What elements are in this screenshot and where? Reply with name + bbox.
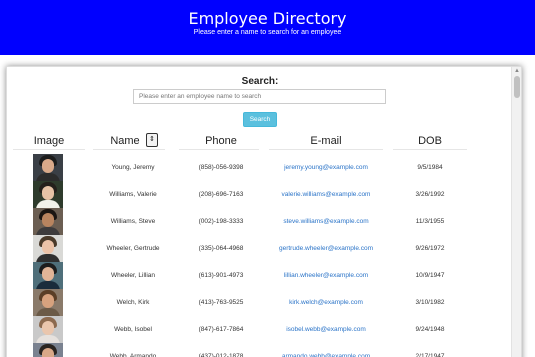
employee-photo bbox=[33, 181, 63, 208]
employee-email-link[interactable]: kirk.welch@example.com bbox=[261, 289, 391, 316]
vertical-scrollbar[interactable]: ▲ bbox=[511, 67, 521, 357]
photo-face bbox=[42, 186, 54, 200]
employee-email-link[interactable]: steve.williams@example.com bbox=[261, 208, 391, 235]
employee-email-link[interactable]: lillian.wheeler@example.com bbox=[261, 262, 391, 289]
search-input[interactable] bbox=[133, 89, 386, 104]
search-label: Search: bbox=[241, 76, 279, 87]
employee-phone: (858)-056-9398 bbox=[198, 164, 244, 171]
employee-name: Webb, Armando bbox=[109, 353, 157, 357]
employee-phone: (613)-901-4973 bbox=[198, 272, 244, 279]
scroll-up-arrow-icon[interactable]: ▲ bbox=[512, 67, 521, 75]
table-row: Young, Jeremy (858)-056-9398 jeremy.young@… bbox=[7, 154, 513, 181]
employee-dob: 10/9/1947 bbox=[415, 272, 445, 279]
employee-phone: (002)-198-3333 bbox=[198, 218, 244, 225]
table-row: Welch, Kirk (413)-763-9525 kirk.welch@exam… bbox=[7, 289, 513, 316]
header-divider bbox=[13, 149, 85, 150]
employee-phone: (437)-012-1878 bbox=[198, 353, 244, 357]
employee-dob: 3/10/1982 bbox=[415, 299, 445, 306]
table-row: Williams, Valerie (208)-696-7163 valerie.w… bbox=[7, 181, 513, 208]
employee-dob: 2/17/1947 bbox=[415, 353, 445, 357]
sort-up-down-icon[interactable]: ⇕ bbox=[146, 133, 158, 147]
employee-email-link[interactable]: isobel.webb@example.com bbox=[261, 316, 391, 343]
header-divider bbox=[269, 149, 383, 150]
header-divider bbox=[179, 149, 259, 150]
employee-dob: 9/26/1972 bbox=[415, 245, 445, 252]
table-row: Wheeler, Gertrude (335)-064-4968 gertrude.… bbox=[7, 235, 513, 262]
employee-phone: (847)-617-7864 bbox=[198, 326, 244, 333]
table-row: Wheeler, Lillian (613)-901-4973 lillian.wh… bbox=[7, 262, 513, 289]
employee-name: Young, Jeremy bbox=[111, 164, 155, 171]
page-subtitle: Please enter a name to search for an emp… bbox=[193, 29, 342, 36]
employee-phone: (208)-696-7163 bbox=[198, 191, 244, 198]
header-spacer bbox=[0, 55, 535, 66]
photo-face bbox=[42, 321, 54, 335]
photo-face bbox=[42, 294, 54, 308]
table-row: Webb, Isobel (847)-617-7864 isobel.webb@ex… bbox=[7, 316, 513, 343]
scrollbar-thumb[interactable] bbox=[514, 76, 520, 98]
employee-email-link[interactable]: jeremy.young@example.com bbox=[261, 154, 391, 181]
employee-name: Williams, Steve bbox=[110, 218, 156, 225]
employee-photo bbox=[33, 262, 63, 289]
employee-name: Wheeler, Gertrude bbox=[106, 245, 160, 252]
employee-phone: (335)-064-4968 bbox=[198, 245, 244, 252]
employee-photo bbox=[33, 208, 63, 235]
employee-photo bbox=[33, 235, 63, 262]
employee-name: Webb, Isobel bbox=[114, 326, 152, 333]
employee-dob: 9/24/1948 bbox=[415, 326, 445, 333]
table-row: Webb, Armando (437)-012-1878 armando.webb@… bbox=[7, 343, 513, 357]
employee-email-link[interactable]: gertrude.wheeler@example.com bbox=[261, 235, 391, 262]
column-header-phone: Phone bbox=[205, 135, 237, 147]
table-row: Williams, Steve (002)-198-3333 steve.willi… bbox=[7, 208, 513, 235]
search-button[interactable]: Search bbox=[243, 112, 277, 127]
employee-name: Williams, Valerie bbox=[109, 191, 157, 198]
employee-photo bbox=[33, 316, 63, 343]
directory-card: Search: Search Image Name ⇕ Phone E-mail… bbox=[6, 66, 522, 357]
column-header-image: Image bbox=[33, 135, 65, 147]
column-header-name: Name bbox=[110, 135, 140, 147]
employee-dob: 9/5/1984 bbox=[417, 164, 443, 171]
employee-email-link[interactable]: armando.webb@example.com bbox=[261, 343, 391, 357]
employee-photo bbox=[33, 343, 63, 357]
photo-face bbox=[42, 240, 54, 254]
employee-email-link[interactable]: valerie.williams@example.com bbox=[261, 181, 391, 208]
page-title: Employee Directory bbox=[188, 9, 347, 28]
column-header-dob: DOB bbox=[418, 135, 442, 147]
header-divider bbox=[93, 149, 165, 150]
header-divider bbox=[393, 149, 467, 150]
employee-name: Wheeler, Lillian bbox=[110, 272, 156, 279]
employee-photo bbox=[33, 289, 63, 316]
page-header: Employee Directory Please enter a name t… bbox=[0, 0, 535, 55]
employee-name: Welch, Kirk bbox=[116, 299, 150, 306]
employee-dob: 3/26/1992 bbox=[415, 191, 445, 198]
photo-face bbox=[42, 159, 54, 173]
photo-face bbox=[42, 267, 54, 281]
employee-photo bbox=[33, 154, 63, 181]
employee-dob: 11/3/1955 bbox=[415, 218, 445, 225]
photo-face bbox=[42, 213, 54, 227]
employee-phone: (413)-763-9525 bbox=[198, 299, 244, 306]
photo-face bbox=[42, 348, 54, 357]
column-header-email: E-mail bbox=[310, 135, 342, 147]
